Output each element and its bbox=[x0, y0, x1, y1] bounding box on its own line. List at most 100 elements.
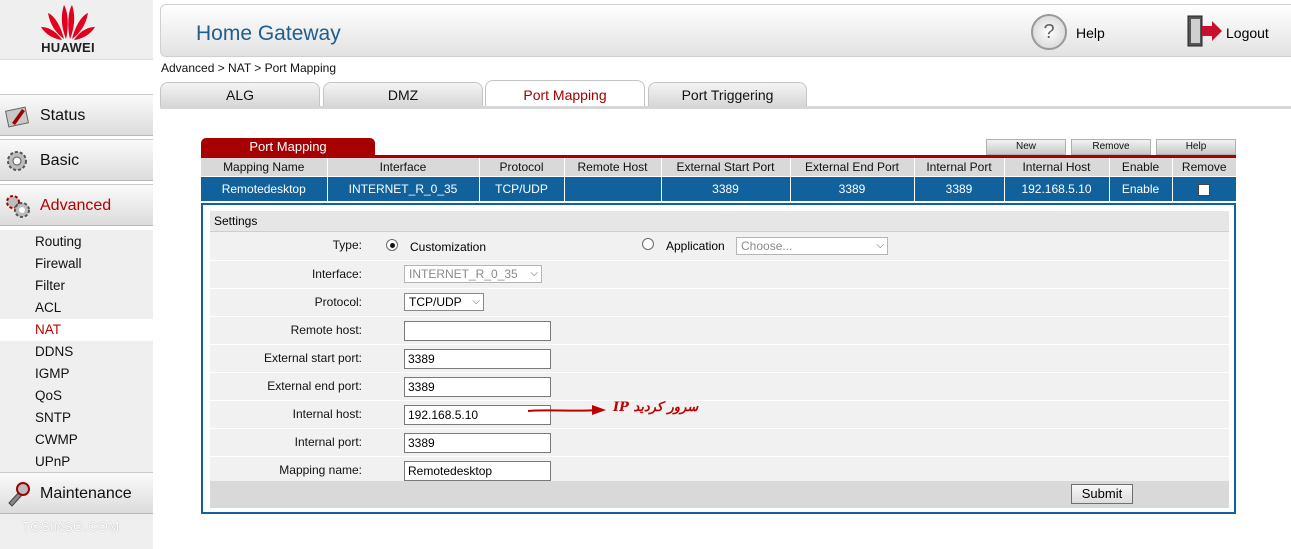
cell-remote-host bbox=[564, 175, 662, 201]
sidebar-item-basic[interactable]: Basic bbox=[0, 139, 153, 181]
cell-external-start-port: 3389 bbox=[661, 175, 791, 201]
remove-button[interactable]: Remove bbox=[1071, 139, 1151, 155]
remote-host-input[interactable] bbox=[404, 321, 551, 341]
mapping-name-label: Mapping name: bbox=[279, 463, 362, 477]
cell-external-end-port: 3389 bbox=[790, 175, 915, 201]
type-row: Type: Customization Application Choose..… bbox=[210, 232, 1229, 261]
application-radio[interactable] bbox=[642, 238, 654, 250]
sidebar-item-status[interactable]: Status bbox=[0, 94, 153, 136]
help-button[interactable]: ? Help bbox=[1031, 14, 1121, 52]
column-header: External Start Port bbox=[661, 158, 791, 176]
sidebar: HUAWEI Status Basic Advanced Routing Fir… bbox=[0, 0, 153, 549]
port-mapping-table: Mapping Name Interface Protocol Remote H… bbox=[201, 158, 1236, 201]
chevron-down-icon: ⌵ bbox=[472, 296, 480, 307]
type-label: Type: bbox=[332, 238, 362, 252]
settings-heading: Settings bbox=[210, 211, 1229, 232]
interface-select-value: INTERNET_R_0_35 bbox=[409, 267, 518, 281]
brand-name: HUAWEI bbox=[41, 40, 95, 55]
new-button[interactable]: New bbox=[986, 139, 1066, 155]
column-header: Enable bbox=[1109, 158, 1173, 176]
chevron-down-icon: ⌵ bbox=[876, 240, 884, 251]
sidebar-sub-sntp[interactable]: SNTP bbox=[0, 407, 153, 429]
annotation-text: IP سرور کردید bbox=[613, 400, 699, 415]
maintenance-icon bbox=[8, 482, 30, 507]
remote-host-row: Remote host: bbox=[210, 317, 1229, 345]
internal-port-row: Internal port: 3389 bbox=[210, 429, 1229, 457]
column-header: Interface bbox=[327, 158, 480, 176]
submit-row: Submit bbox=[210, 481, 1229, 508]
advanced-icon bbox=[6, 195, 30, 218]
port-mapping-title: Port Mapping bbox=[201, 138, 375, 156]
interface-select[interactable]: INTERNET_R_0_35 ⌵ bbox=[404, 265, 542, 283]
sidebar-sub-acl[interactable]: ACL bbox=[0, 297, 153, 319]
remote-host-label: Remote host: bbox=[290, 323, 362, 337]
mapping-name-input[interactable]: Remotedesktop bbox=[404, 461, 551, 481]
logout-icon bbox=[1187, 15, 1222, 47]
sidebar-submenu: Routing Firewall Filter ACL NAT DDNS IGM… bbox=[0, 230, 153, 472]
table-row[interactable]: Remotedesktop INTERNET_R_0_35 TCP/UDP 33… bbox=[201, 175, 1236, 201]
interface-row: Interface: INTERNET_R_0_35 ⌵ bbox=[210, 261, 1229, 289]
column-header: Internal Host bbox=[1004, 158, 1110, 176]
cell-internal-port: 3389 bbox=[914, 175, 1005, 201]
customization-label: Customization bbox=[410, 240, 487, 254]
sidebar-sub-filter[interactable]: Filter bbox=[0, 275, 153, 297]
column-header: Mapping Name bbox=[201, 158, 328, 176]
external-start-port-label: External start port: bbox=[263, 351, 362, 365]
internal-port-input[interactable]: 3389 bbox=[404, 433, 551, 453]
external-end-port-label: External end port: bbox=[267, 379, 362, 393]
gear-icon bbox=[7, 151, 27, 171]
sidebar-item-label: Advanced bbox=[40, 197, 112, 214]
column-header: Protocol bbox=[479, 158, 565, 176]
sidebar-sub-upnp[interactable]: UPnP bbox=[0, 451, 153, 473]
tab-port-triggering[interactable]: Port Triggering bbox=[648, 82, 807, 107]
sidebar-sub-routing[interactable]: Routing bbox=[0, 231, 153, 253]
submit-button[interactable]: Submit bbox=[1071, 484, 1133, 504]
logout-button[interactable]: Logout bbox=[1186, 13, 1286, 51]
column-header: Remote Host bbox=[564, 158, 662, 176]
protocol-select[interactable]: TCP/UDP ⌵ bbox=[404, 293, 484, 311]
help-small-button[interactable]: Help bbox=[1156, 139, 1236, 155]
brand-logo: HUAWEI bbox=[0, 0, 153, 60]
column-header: Remove bbox=[1172, 158, 1236, 176]
sidebar-sub-nat[interactable]: NAT bbox=[0, 319, 153, 341]
sidebar-sub-cwmp[interactable]: CWMP bbox=[0, 429, 153, 451]
cell-mapping-name: Remotedesktop bbox=[201, 175, 328, 201]
settings-panel: Settings Type: Customization Application… bbox=[201, 203, 1236, 514]
annotation-arrow-icon bbox=[527, 405, 606, 415]
help-icon: ? bbox=[1031, 14, 1067, 50]
chevron-down-icon: ⌵ bbox=[530, 268, 538, 279]
cell-protocol: TCP/UDP bbox=[479, 175, 565, 201]
huawei-logo-icon bbox=[41, 5, 95, 40]
sidebar-sub-firewall[interactable]: Firewall bbox=[0, 253, 153, 275]
customization-radio[interactable] bbox=[386, 239, 398, 251]
sidebar-item-maintenance[interactable]: Maintenance bbox=[0, 472, 153, 514]
protocol-row: Protocol: TCP/UDP ⌵ bbox=[210, 289, 1229, 317]
help-label: Help bbox=[1076, 25, 1105, 41]
tab-alg[interactable]: ALG bbox=[160, 82, 320, 107]
application-select[interactable]: Choose... ⌵ bbox=[736, 237, 888, 255]
sidebar-item-label: Maintenance bbox=[40, 485, 132, 502]
sidebar-item-label: Status bbox=[40, 107, 86, 124]
internal-port-label: Internal port: bbox=[294, 435, 362, 449]
external-end-port-input[interactable]: 3389 bbox=[404, 377, 551, 397]
internal-host-label: Internal host: bbox=[292, 407, 362, 421]
external-start-port-row: External start port: 3389 bbox=[210, 345, 1229, 373]
app-title: Home Gateway bbox=[196, 22, 341, 45]
sidebar-sub-ddns[interactable]: DDNS bbox=[0, 341, 153, 363]
cell-remove bbox=[1172, 175, 1236, 201]
external-end-port-row: External end port: 3389 bbox=[210, 373, 1229, 401]
sidebar-sub-qos[interactable]: QoS bbox=[0, 385, 153, 407]
application-label: Application bbox=[666, 239, 725, 253]
sidebar-item-advanced[interactable]: Advanced bbox=[0, 184, 153, 226]
tab-dmz[interactable]: DMZ bbox=[323, 82, 483, 107]
external-start-port-input[interactable]: 3389 bbox=[404, 349, 551, 369]
tab-port-mapping[interactable]: Port Mapping bbox=[485, 80, 645, 107]
sidebar-sub-igmp[interactable]: IGMP bbox=[0, 363, 153, 385]
status-icon bbox=[4, 106, 30, 128]
remove-checkbox[interactable] bbox=[1198, 183, 1211, 196]
internal-host-row: Internal host: 192.168.5.10 bbox=[210, 401, 1229, 429]
protocol-select-value: TCP/UDP bbox=[409, 295, 462, 309]
logout-label: Logout bbox=[1226, 25, 1269, 41]
protocol-label: Protocol: bbox=[314, 295, 362, 309]
application-select-value: Choose... bbox=[741, 239, 793, 253]
